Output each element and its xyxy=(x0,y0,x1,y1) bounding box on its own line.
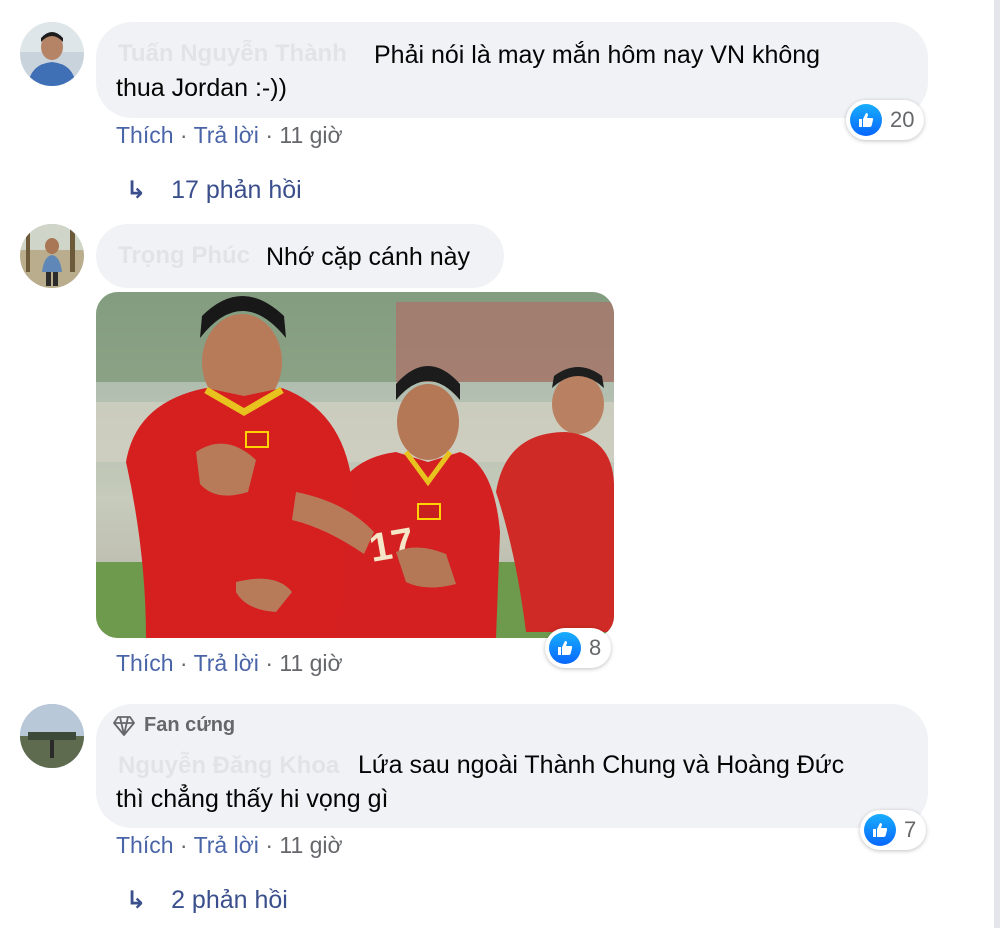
comment-text-line2: thì chẳng thấy hi vọng gì xyxy=(116,785,389,813)
like-button[interactable]: Thích xyxy=(116,832,174,858)
like-button[interactable]: Thích xyxy=(116,122,174,148)
separator: · xyxy=(179,650,188,676)
separator: · xyxy=(179,122,188,148)
replies-count-label: 2 phản hồi xyxy=(171,886,288,914)
reaction-count: 7 xyxy=(904,817,917,842)
separator: · xyxy=(265,122,273,148)
separator: · xyxy=(265,650,273,676)
comment-author[interactable]: Nguyễn Đăng Khoa xyxy=(118,752,339,780)
comment-actions: Thích · Trả lời · 11 giờ xyxy=(116,122,343,149)
thumbs-up-icon xyxy=(549,632,581,664)
separator: · xyxy=(179,832,188,858)
comment-text-line1: Lứa sau ngoài Thành Chung và Hoàng Đức xyxy=(358,751,845,779)
reply-arrow-icon: ↳ xyxy=(126,887,147,914)
comment-actions: Thích · Trả lời · 11 giờ xyxy=(116,650,343,677)
comment-text-line2: thua Jordan :-)) xyxy=(116,74,287,102)
reply-button[interactable]: Trả lời xyxy=(194,832,259,858)
reaction-summary[interactable]: 8 xyxy=(545,628,612,668)
diamond-icon xyxy=(113,715,135,736)
avatar[interactable] xyxy=(20,22,84,86)
reply-arrow-icon: ↳ xyxy=(126,177,147,204)
scrollbar-track[interactable] xyxy=(994,0,1000,928)
thumbs-up-icon xyxy=(850,104,882,136)
reaction-summary[interactable]: 7 xyxy=(860,810,927,850)
avatar[interactable] xyxy=(20,704,84,768)
view-replies-link[interactable]: ↳ 2 phản hồi xyxy=(126,886,288,915)
comment-author[interactable]: Tuấn Nguyễn Thành xyxy=(118,40,347,68)
avatar[interactable] xyxy=(20,224,84,288)
comment-actions: Thích · Trả lời · 11 giờ xyxy=(116,832,343,859)
separator: · xyxy=(265,832,273,858)
like-button[interactable]: Thích xyxy=(116,650,174,676)
reaction-count: 8 xyxy=(589,635,602,660)
previous-reply-remnant xyxy=(180,0,340,2)
reaction-count: 20 xyxy=(890,107,915,132)
replies-count-label: 17 phản hồi xyxy=(171,176,302,204)
timestamp[interactable]: 11 giờ xyxy=(279,122,342,148)
reaction-summary[interactable]: 20 xyxy=(846,100,925,140)
timestamp[interactable]: 11 giờ xyxy=(279,832,342,858)
comment-photo[interactable]: 17 xyxy=(96,292,614,638)
reply-button[interactable]: Trả lời xyxy=(194,650,259,676)
thumbs-up-icon xyxy=(864,814,896,846)
badge-label: Fan cứng xyxy=(144,714,236,736)
top-fan-badge: Fan cứng xyxy=(112,714,235,737)
comment-author[interactable]: Trọng Phúc xyxy=(118,242,250,270)
timestamp[interactable]: 11 giờ xyxy=(279,650,342,676)
comment-text: Nhớ cặp cánh này xyxy=(266,243,471,271)
view-replies-link[interactable]: ↳ 17 phản hồi xyxy=(126,176,302,205)
comment-text-line1: Phải nói là may mắn hôm nay VN không xyxy=(374,41,821,69)
reply-button[interactable]: Trả lời xyxy=(194,122,259,148)
